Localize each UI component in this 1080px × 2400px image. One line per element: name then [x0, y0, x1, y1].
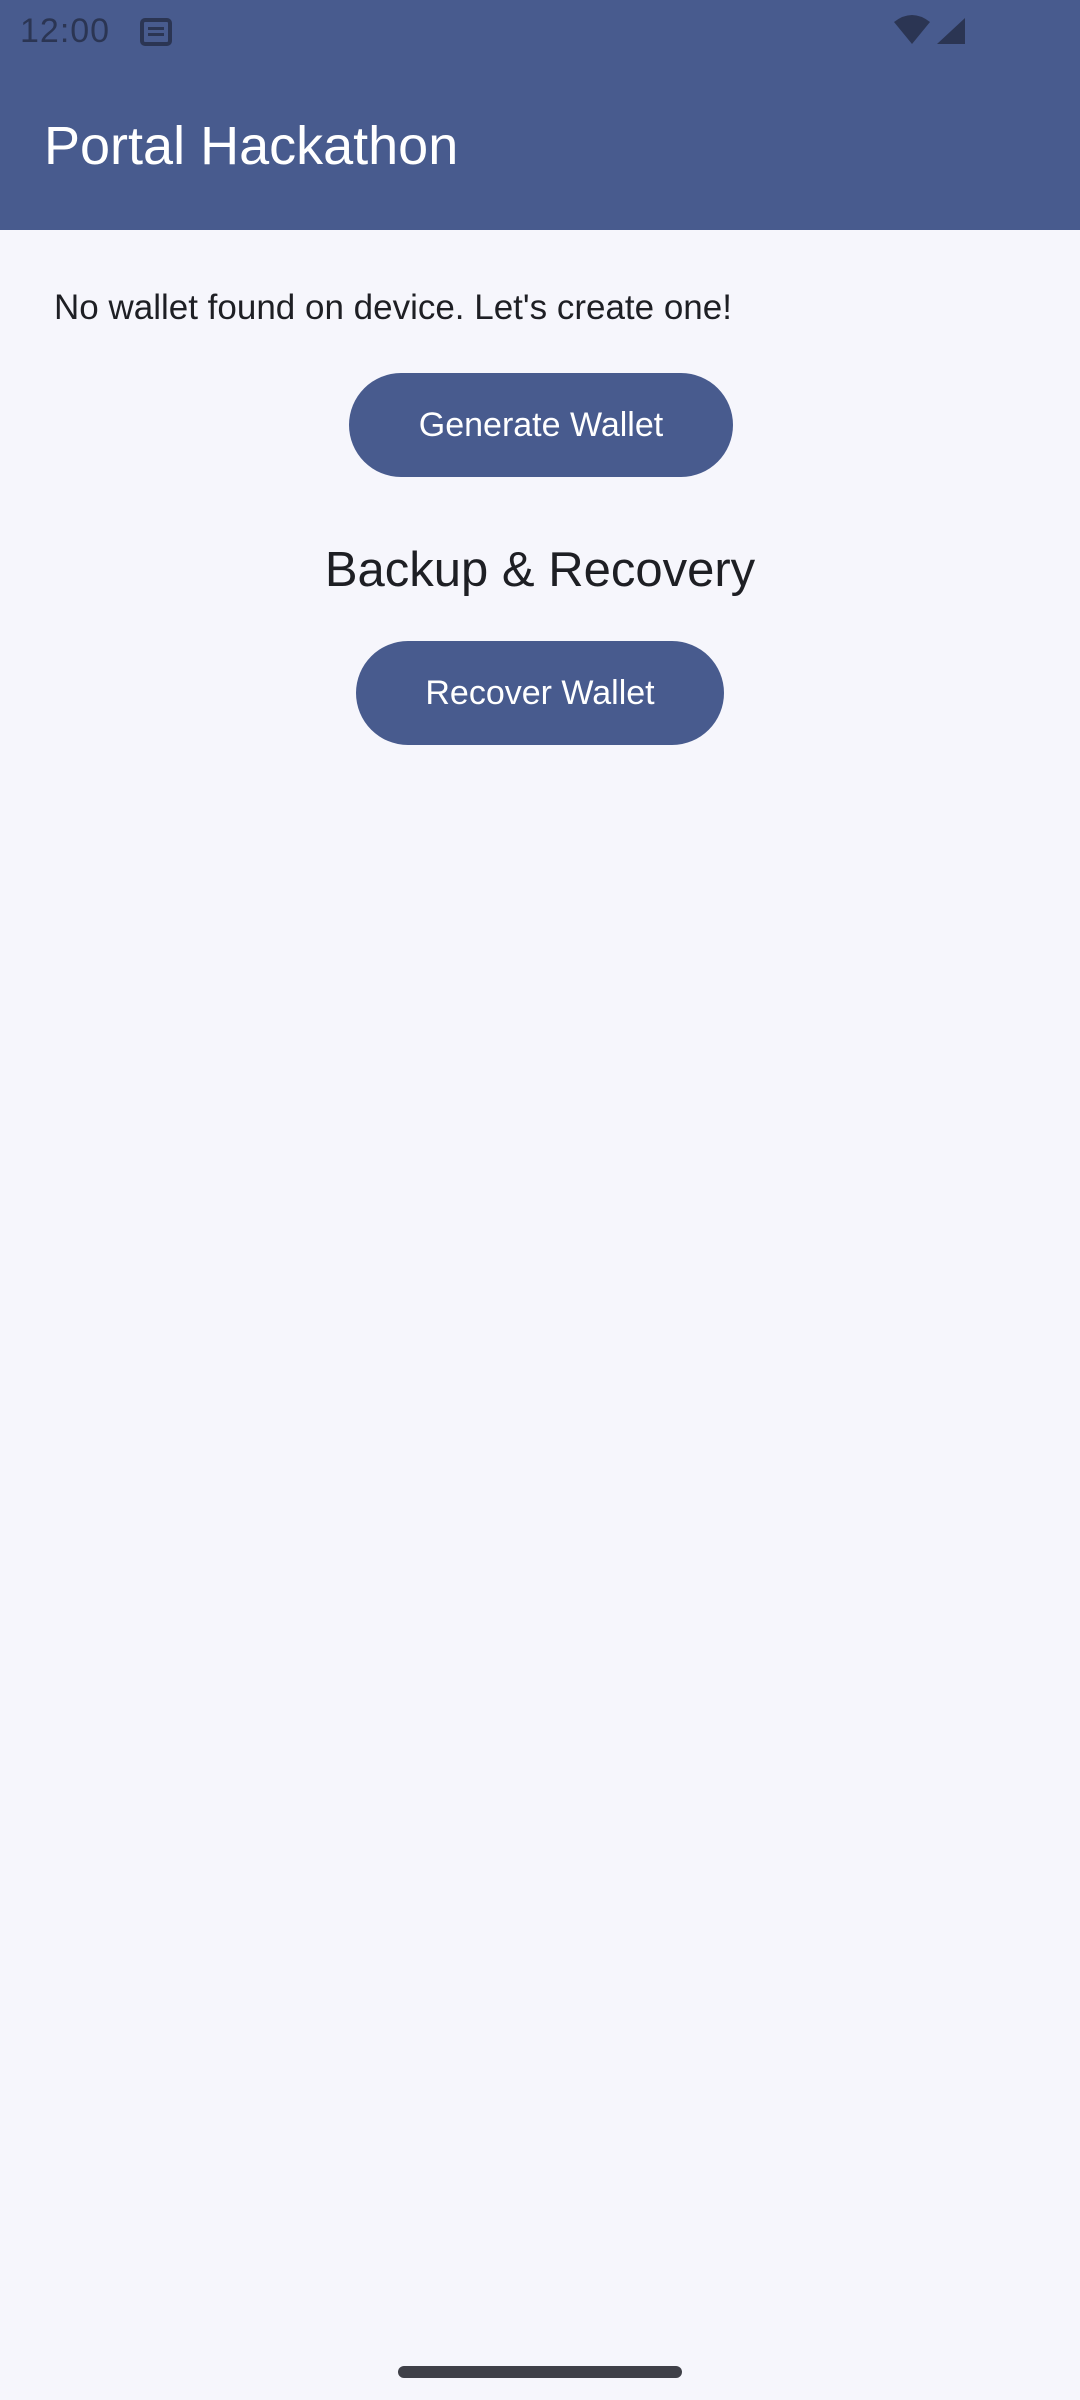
- app-header: 12:00 Portal Hackathon: [0, 0, 1080, 230]
- main-content: No wallet found on device. Let's create …: [0, 230, 1080, 2400]
- backup-recovery-heading: Backup & Recovery: [324, 543, 756, 597]
- generate-wallet-button[interactable]: Generate Wallet: [349, 373, 733, 477]
- no-wallet-message: No wallet found on device. Let's create …: [54, 288, 732, 327]
- recover-wallet-button[interactable]: Recover Wallet: [356, 641, 724, 745]
- generate-wallet-label: Generate Wallet: [418, 405, 664, 444]
- notification-icon: [140, 18, 172, 46]
- gesture-navigation-handle[interactable]: [398, 2366, 682, 2378]
- status-time: 12:00: [20, 12, 111, 50]
- app-title: Portal Hackathon: [44, 116, 459, 176]
- recover-wallet-label: Recover Wallet: [425, 673, 655, 712]
- wifi-icon: [894, 15, 930, 44]
- status-bar: 12:00: [0, 0, 1080, 66]
- signal-icon: [937, 18, 965, 44]
